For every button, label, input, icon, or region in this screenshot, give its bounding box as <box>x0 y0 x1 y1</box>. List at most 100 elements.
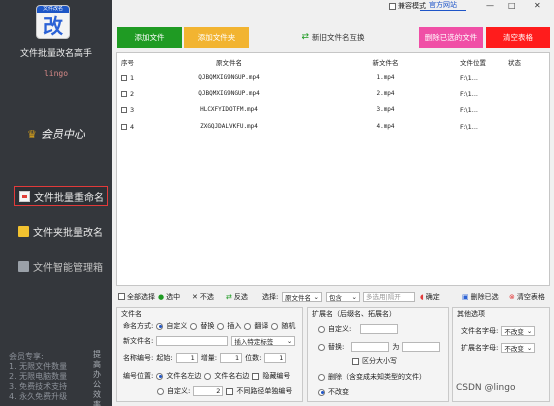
nav-smart-manager[interactable]: 文件智能管理箱 <box>14 256 108 276</box>
close-button[interactable]: ✕ <box>534 0 541 11</box>
app-subtitle: lingo <box>43 69 69 78</box>
app-title: 文件批量改名高手 <box>19 49 92 59</box>
official-site-link[interactable]: 官方网站 <box>420 0 466 11</box>
maximize-button[interactable]: □ <box>508 0 516 11</box>
ext-replace-from-input[interactable] <box>351 342 390 352</box>
pos-right-radio[interactable] <box>204 372 212 380</box>
select-all-checkbox[interactable] <box>118 293 125 300</box>
hide-number-checkbox[interactable] <box>252 372 260 380</box>
member-center-button[interactable]: ♛ 会员中心 <box>27 126 85 142</box>
mode-random-radio[interactable] <box>271 322 279 330</box>
confirm-label: 确定 <box>425 292 440 301</box>
table-row[interactable]: 3 HLCXFYIDOTFM.mp4 3.mp4 F:\1... <box>117 103 549 116</box>
cross-icon: ✕ <box>192 292 198 301</box>
newname-input[interactable] <box>156 336 229 346</box>
mode-label: 命名方式: <box>123 322 154 330</box>
row-checkbox[interactable] <box>121 74 127 81</box>
efficiency-tag: 提高办公效率 <box>93 350 101 406</box>
compat-checkbox[interactable] <box>389 2 396 10</box>
row-location: F:\1... <box>460 89 478 98</box>
filename-panel-title: 文件名 <box>121 310 142 318</box>
case-sensitive-checkbox[interactable] <box>352 357 359 365</box>
field-dropdown[interactable]: 原文件名 ⌄ <box>282 291 322 302</box>
app-logo: 文件改名 改 <box>36 5 70 39</box>
clear-table-small-button[interactable]: ⊗ 清空表格 <box>509 290 545 303</box>
swap-names-button[interactable]: ⇄ 新旧文件名互换 <box>296 27 370 48</box>
chevron-down-icon: ⌄ <box>351 292 357 301</box>
clear-table-label: 清空表格 <box>516 292 545 301</box>
ext-replace-to-input[interactable] <box>402 342 441 352</box>
clear-table-button[interactable]: 清空表格 <box>486 27 550 48</box>
ext-replace-radio[interactable] <box>318 343 325 351</box>
delete-selected-button[interactable]: ▣ 删除已选 <box>462 290 499 303</box>
chevron-down-icon: ⌄ <box>526 344 533 352</box>
invert-label: 反选 <box>233 292 248 301</box>
select-button[interactable]: ● 选中 <box>158 290 180 303</box>
mode-custom-radio[interactable] <box>156 322 164 330</box>
row-new-name: 3.mp4 <box>376 106 395 113</box>
row-no: 4 <box>130 122 135 131</box>
row-location: F:\1... <box>460 122 478 131</box>
extension-panel-title: 扩展名（后缀名、拓展名） <box>312 310 396 318</box>
mode-insert-radio[interactable] <box>217 322 225 330</box>
cross-folder-checkbox[interactable] <box>226 387 234 395</box>
ext-custom-input[interactable] <box>360 324 399 334</box>
table-row[interactable]: 1 QJBQMXIG9NGUP.mp4 1.mp4 F:\1... <box>117 71 549 84</box>
check-circle-icon: ● <box>158 292 165 301</box>
select-all-toggle[interactable]: 全部选择 <box>118 290 155 303</box>
ext-case-dropdown[interactable]: 不改变 ⌄ <box>501 343 536 353</box>
ext-delete-radio[interactable] <box>318 373 325 381</box>
field-value: 原文件名 <box>285 293 311 302</box>
swap-icon: ⇄ <box>301 32 310 42</box>
chevron-down-icon: ⌄ <box>313 292 319 301</box>
ext-unchanged-radio[interactable] <box>318 388 325 396</box>
row-checkbox[interactable] <box>121 90 127 97</box>
unselect-button[interactable]: ✕ 不选 <box>192 290 214 303</box>
nav-label: 文件智能管理箱 <box>33 262 103 274</box>
table-row[interactable]: 2 QJBQMXIG9NGUP.mp4 2.mp4 F:\1... <box>117 87 549 100</box>
digits-input[interactable]: 1 <box>264 353 287 363</box>
minimize-button[interactable]: — <box>486 0 494 11</box>
watermark: CSDN @lingo <box>456 383 516 393</box>
pos-left-radio[interactable] <box>156 372 164 380</box>
ext-custom-radio[interactable] <box>318 325 325 333</box>
case-sensitive-label: 区分大小写 <box>362 357 397 365</box>
newname-label: 新文件名: <box>123 337 154 345</box>
custom-position-input[interactable]: 2 <box>193 386 224 396</box>
ext-case-label: 扩展名字母: <box>461 344 499 352</box>
mode-replace-radio[interactable] <box>190 322 198 330</box>
invert-button[interactable]: ⇄ 反选 <box>226 290 248 303</box>
row-checkbox[interactable] <box>121 106 127 113</box>
logo-banner: 文件改名 <box>37 6 69 13</box>
filename-case-dropdown[interactable]: 不改变 ⌄ <box>501 326 536 336</box>
start-input[interactable]: 1 <box>175 353 198 363</box>
digits-label: 位数: <box>245 354 262 362</box>
confirm-button[interactable]: ◖ 确定 <box>420 290 440 303</box>
hide-number-label: 隐藏编号 <box>262 372 291 380</box>
add-files-button[interactable]: 添加文件 <box>117 27 182 48</box>
insert-tag-dropdown[interactable]: 插入特定标签 ⌄ <box>231 336 296 346</box>
mode-translate-radio[interactable] <box>244 322 252 330</box>
pos-custom-radio[interactable] <box>157 387 164 395</box>
op-dropdown[interactable]: 包含 ⌄ <box>326 291 360 302</box>
filename-case-value: 不改变 <box>504 328 524 336</box>
delete-selected-files-button[interactable]: 删除已选的文件 <box>419 27 483 48</box>
select-label: 选中 <box>166 292 181 301</box>
file-table[interactable]: 序号 原文件名 新文件名 文件位置 状态 1 QJBQMXIG9NGUP.mp4… <box>116 52 550 286</box>
mode-option-label: 插入 <box>227 322 242 330</box>
ext-case-value: 不改变 <box>504 345 524 353</box>
row-orig-name: ZXGQJDALVKFU.mp4 <box>200 123 258 130</box>
keyword-input[interactable]: 多选用|隔开 <box>363 291 415 302</box>
nav-batch-rename[interactable]: 文件批量重命名 <box>14 186 108 206</box>
table-row[interactable]: 4 ZXGQJDALVKFU.mp4 4.mp4 F:\1... <box>117 120 549 133</box>
add-folder-button[interactable]: 添加文件夹 <box>184 27 249 48</box>
delete-icon: ▣ <box>462 292 469 301</box>
nav-folder-rename[interactable]: 文件夹批量改名 <box>14 221 108 241</box>
confirm-icon: ◖ <box>420 292 424 301</box>
benefit-line: 3. 免费技术支持 <box>9 382 68 391</box>
step-input[interactable]: 1 <box>220 353 243 363</box>
col-header-state: 状态 <box>508 58 521 67</box>
ext-unchanged-label: 不改变 <box>328 388 349 396</box>
benefit-line: 会员专享: <box>9 352 44 361</box>
row-checkbox[interactable] <box>121 123 127 130</box>
